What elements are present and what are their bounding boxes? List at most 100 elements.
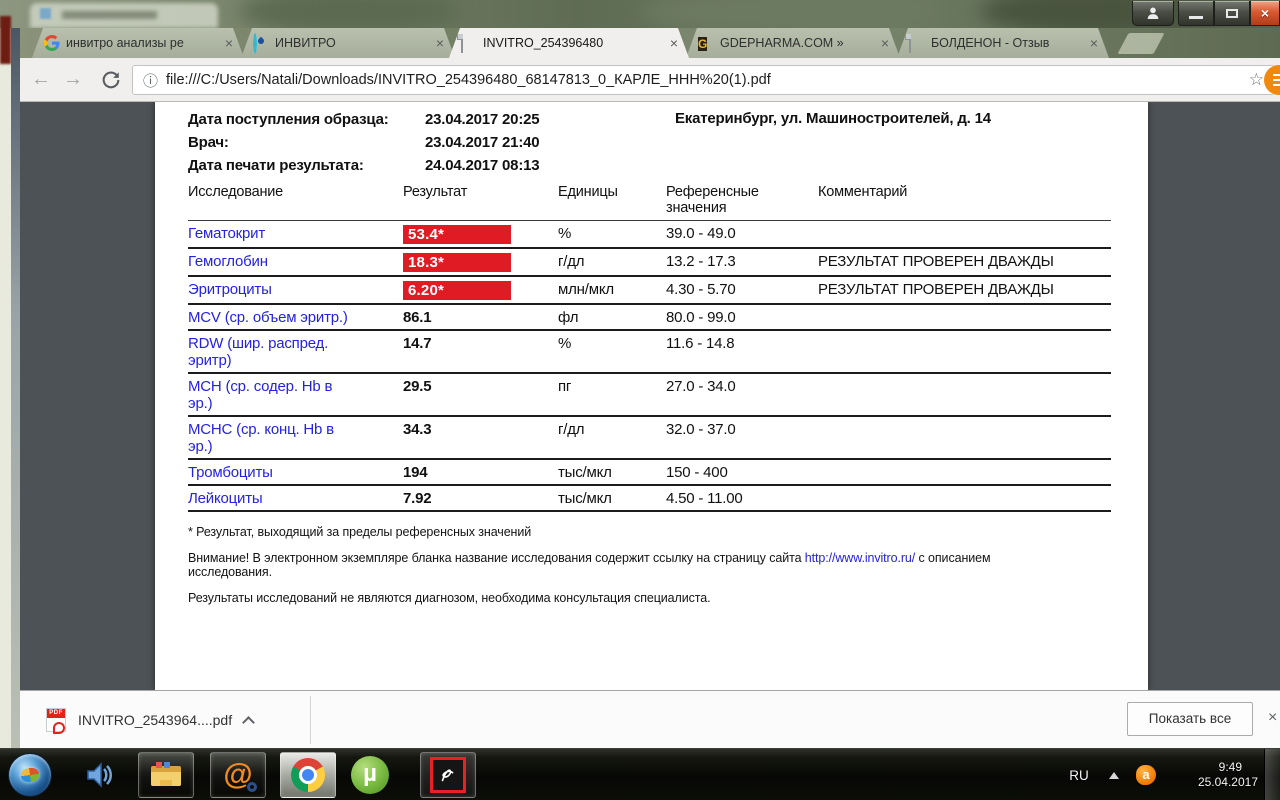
taskbar-item-explorer[interactable] <box>138 752 194 798</box>
invitro-favicon <box>253 35 269 51</box>
result-flagged: 6.20* <box>403 281 511 300</box>
result-cell: 7.92 <box>403 485 558 511</box>
comment-cell <box>818 330 1111 373</box>
reload-button[interactable] <box>100 69 122 91</box>
chrome-icon <box>291 758 325 792</box>
chevron-up-icon[interactable] <box>242 716 255 729</box>
show-all-downloads-button[interactable]: Показать все <box>1127 702 1253 736</box>
mailru-search-icon: @ <box>223 760 252 790</box>
bookmark-star-icon[interactable]: ☆ <box>1249 70 1264 90</box>
meta-value: 23.04.2017 20:25 <box>425 108 539 131</box>
test-name-link[interactable]: Гематокрит <box>188 221 403 249</box>
close-icon: × <box>1261 5 1269 21</box>
tab-gdepharma[interactable]: G GDEPHARMA.COM » × <box>686 28 900 58</box>
taskbar-item-chrome-active[interactable] <box>280 752 336 798</box>
background-tab-icon-blur <box>40 8 51 19</box>
test-name-link[interactable]: Лейкоциты <box>188 485 403 511</box>
tab-strip: инвитро анализы ре × ИНВИТРО × INVITRO_2… <box>20 28 1280 58</box>
tab-close-icon[interactable]: × <box>224 36 234 50</box>
comment-cell <box>818 459 1111 485</box>
tray-expand-icon[interactable] <box>1104 749 1124 800</box>
taskbar-item-adobe-reader[interactable] <box>420 752 476 798</box>
download-bar-close-icon[interactable]: × <box>1268 709 1277 727</box>
new-tab-button[interactable] <box>1117 33 1164 54</box>
table-header-row: Исследование Результат Единицы Референсн… <box>188 182 1111 221</box>
forward-button[interactable]: → <box>60 67 86 93</box>
reference-cell: 4.50 - 11.00 <box>666 485 818 511</box>
speaker-icon <box>84 759 116 791</box>
footnotes: * Результат, выходящий за пределы рефере… <box>188 525 1113 605</box>
col-header-test: Исследование <box>188 182 403 221</box>
result-flagged: 53.4* <box>403 225 511 244</box>
windows-logo-icon <box>20 767 40 783</box>
units-cell: % <box>558 330 666 373</box>
comment-cell: РЕЗУЛЬТАТ ПРОВЕРЕН ДВАЖДЫ <box>818 276 1111 304</box>
person-icon <box>1145 5 1161 21</box>
units-cell: млн/мкл <box>558 276 666 304</box>
tab-close-icon[interactable]: × <box>669 36 679 50</box>
download-file-name[interactable]: INVITRO_2543964....pdf <box>78 712 232 728</box>
start-button[interactable] <box>8 753 52 797</box>
taskbar-item-mailru-search[interactable]: @ <box>210 752 266 798</box>
language-indicator[interactable]: RU <box>1062 749 1096 800</box>
test-name-link[interactable]: Эритроциты <box>188 276 403 304</box>
background-blur-blob <box>640 0 940 28</box>
meta-value: 24.04.2017 08:13 <box>425 154 539 177</box>
close-window-button[interactable]: × <box>1250 1 1280 26</box>
download-bar: INVITRO_2543964....pdf Показать все × <box>20 690 1280 748</box>
units-cell: тыс/мкл <box>558 485 666 511</box>
table-row: Тромбоциты 194 тыс/мкл 150 - 400 <box>188 459 1111 485</box>
address-bar[interactable]: ⓘ file:///C:/Users/Natali/Downloads/INVI… <box>132 65 1275 95</box>
tab-invitro-site[interactable]: ИНВИТРО × <box>241 28 455 58</box>
meta-label: Врач: <box>188 131 425 154</box>
test-name-link[interactable]: MCH (ср. содер. Hb в эр.) <box>188 373 403 416</box>
units-cell: г/дл <box>558 248 666 276</box>
tab-google-search[interactable]: инвитро анализы ре × <box>32 28 244 58</box>
comment-cell <box>818 304 1111 330</box>
document-icon <box>461 35 477 51</box>
tray-avast-icon[interactable]: a <box>1134 749 1158 800</box>
result-cell: 86.1 <box>403 304 558 330</box>
taskbar-clock[interactable]: 9:49 25.04.2017 <box>1166 749 1258 800</box>
minimize-button[interactable] <box>1178 1 1214 26</box>
tab-boldenon[interactable]: БОЛДЕНОН - Отзыв × <box>897 28 1109 58</box>
maximize-icon <box>1226 9 1238 18</box>
taskbar-item-volume[interactable] <box>82 758 118 792</box>
test-name-link[interactable]: Гемоглобин <box>188 248 403 276</box>
back-button[interactable]: ← <box>28 67 54 93</box>
desktop-edge-fragment <box>11 28 20 748</box>
tab-label: БОЛДЕНОН - Отзыв <box>931 36 1083 50</box>
test-name-link[interactable]: MCV (ср. объем эритр.) <box>188 304 403 330</box>
background-window-strip <box>0 0 1280 28</box>
result-flagged: 18.3* <box>403 253 511 272</box>
download-separator <box>310 696 311 744</box>
url-text[interactable]: file:///C:/Users/Natali/Downloads/INVITR… <box>166 72 1241 88</box>
test-name-link[interactable]: MCHC (ср. конц. Hb в эр.) <box>188 416 403 459</box>
download-item[interactable]: INVITRO_2543964....pdf <box>38 699 308 741</box>
pdf-page: Дата поступления образца:23.04.2017 20:2… <box>155 102 1148 690</box>
notice-footnote: Внимание! В электронном экземпляре бланк… <box>188 551 1068 579</box>
background-blur-blob <box>240 0 460 28</box>
tab-close-icon[interactable]: × <box>1089 36 1099 50</box>
clock-date: 25.04.2017 <box>1166 775 1258 790</box>
test-name-link[interactable]: RDW (шир. распред. эритр) <box>188 330 403 373</box>
taskbar-item-utorrent[interactable]: µ <box>350 755 390 795</box>
tab-pdf-active[interactable]: INVITRO_254396480 × <box>449 28 689 58</box>
meta-value: 23.04.2017 21:40 <box>425 131 539 154</box>
result-cell: 14.7 <box>403 330 558 373</box>
profile-button[interactable] <box>1132 1 1174 26</box>
disclaimer-footnote: Результаты исследований не являются диаг… <box>188 591 1113 605</box>
show-desktop-button[interactable] <box>1264 749 1280 800</box>
table-row: MCH (ср. содер. Hb в эр.) 29.5 пг 27.0 -… <box>188 373 1111 416</box>
tab-close-icon[interactable]: × <box>880 36 890 50</box>
tab-label: инвитро анализы ре <box>66 36 218 50</box>
test-name-link[interactable]: Тромбоциты <box>188 459 403 485</box>
units-cell: г/дл <box>558 416 666 459</box>
units-cell: пг <box>558 373 666 416</box>
page-info-icon[interactable]: ⓘ <box>143 70 158 91</box>
tab-close-icon[interactable]: × <box>435 36 445 50</box>
tab-label: ИНВИТРО <box>275 36 429 50</box>
invitro-link[interactable]: http://www.invitro.ru/ <box>805 551 915 565</box>
reference-cell: 4.30 - 5.70 <box>666 276 818 304</box>
maximize-button[interactable] <box>1214 1 1250 26</box>
